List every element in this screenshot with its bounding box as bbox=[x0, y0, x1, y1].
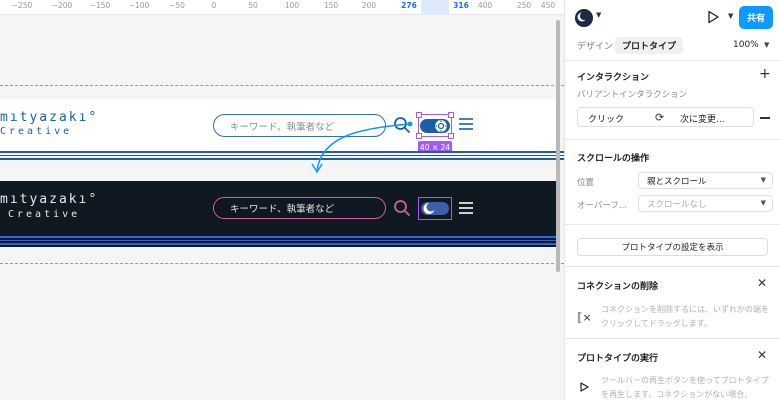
play-icon[interactable] bbox=[706, 10, 720, 24]
divider bbox=[565, 60, 780, 61]
search-field-dark[interactable]: キーワード、執筆者など bbox=[213, 197, 386, 219]
interaction-title: インタラクション bbox=[577, 73, 650, 83]
section-boundary-top bbox=[0, 85, 564, 86]
overflow-select[interactable]: スクロールなし ▼ bbox=[638, 195, 773, 212]
interaction-trigger[interactable]: クリック bbox=[588, 112, 624, 125]
resize-handle[interactable] bbox=[448, 112, 454, 118]
properties-panel: ▼ ▼ 共有 デザイン プロトタイプ 100% ▼ インタラクション + バリア… bbox=[564, 0, 780, 400]
moon-toggle-icon[interactable] bbox=[420, 199, 450, 218]
tab-design[interactable]: デザイン bbox=[570, 37, 620, 54]
header-frame-dark-variant[interactable]: mıtyazakı° Creative キーワード、執筆者など bbox=[0, 181, 556, 235]
interaction-action[interactable]: 次に変更... bbox=[680, 112, 725, 125]
hamburger-menu-icon[interactable] bbox=[459, 201, 473, 215]
run-prototype-help: ツールバーの再生ボタンを使ってプロトタイプを再生します。コネクションがない場合、 bbox=[601, 376, 769, 399]
search-icon[interactable] bbox=[393, 199, 411, 217]
close-icon[interactable]: ✕ bbox=[757, 277, 767, 289]
interaction-row[interactable]: クリック ⟳ 次に変更... bbox=[577, 107, 754, 127]
add-interaction-icon[interactable]: + bbox=[759, 67, 771, 81]
selection-outline bbox=[416, 112, 454, 139]
section-boundary-bottom bbox=[0, 263, 564, 264]
position-select[interactable]: 親とスクロール ▼ bbox=[638, 172, 773, 189]
position-value: 親とスクロール bbox=[647, 176, 707, 187]
ruler-tick: −200 bbox=[51, 1, 73, 10]
ruler-tick: 50 bbox=[248, 1, 258, 10]
ruler-tick: −50 bbox=[169, 1, 185, 10]
ruler-tick: 0 bbox=[211, 1, 217, 10]
run-prototype-title: プロトタイプの実行 bbox=[577, 354, 659, 364]
ruler-tick: 200 bbox=[361, 1, 377, 10]
design-canvas[interactable]: −250 −200 −150 −100 −50 0 50 100 150 200… bbox=[0, 0, 564, 400]
search-placeholder: キーワード、執筆者など bbox=[230, 204, 335, 215]
ruler-tick: −150 bbox=[89, 1, 111, 10]
ruler-tick: 250 bbox=[516, 1, 532, 10]
divider bbox=[565, 139, 780, 140]
canvas-scrollbar[interactable] bbox=[556, 20, 560, 272]
user-avatar[interactable] bbox=[575, 9, 593, 27]
hamburger-menu-icon[interactable] bbox=[459, 117, 473, 131]
variant-interaction-label: バリアントインタラクション bbox=[577, 90, 688, 100]
logo-text-line2: Creative bbox=[0, 126, 73, 137]
ruler-tick: 150 bbox=[323, 1, 339, 10]
share-button[interactable]: 共有 bbox=[739, 6, 773, 29]
tab-prototype[interactable]: プロトタイプ bbox=[615, 37, 684, 54]
zoom-level[interactable]: 100% bbox=[733, 40, 759, 50]
scroll-behavior-title: スクロールの操作 bbox=[577, 154, 650, 164]
header-stripes-default bbox=[0, 151, 564, 162]
ruler-tick: 400 bbox=[477, 1, 493, 10]
ruler-tick-selection-end: 316 bbox=[453, 1, 469, 10]
ruler-tick: 100 bbox=[284, 1, 300, 10]
chevron-down-icon: ▼ bbox=[760, 176, 766, 184]
chevron-down-icon[interactable]: ▼ bbox=[728, 12, 733, 20]
logo-text-line1: mıtyazakı° bbox=[0, 192, 99, 207]
figma-window: −250 −200 −150 −100 −50 0 50 100 150 200… bbox=[0, 0, 780, 400]
refresh-icon: ⟳ bbox=[655, 111, 665, 124]
close-icon[interactable]: ✕ bbox=[757, 349, 767, 361]
prototype-connection-arrow[interactable] bbox=[300, 118, 420, 180]
ruler-tick-selection-start: 276 bbox=[401, 1, 417, 10]
overflow-value: スクロールなし bbox=[647, 199, 707, 210]
overflow-label: オーバーフ... bbox=[577, 201, 628, 211]
logo-text-line2: Creative bbox=[8, 209, 81, 220]
divider bbox=[565, 266, 780, 267]
remove-connection-help: コネクションを削除するには、いずれかの端をクリックしてドラッグします。 bbox=[601, 305, 769, 328]
chevron-down-icon: ▼ bbox=[760, 199, 766, 207]
chevron-down-icon[interactable]: ▼ bbox=[596, 11, 601, 19]
divider bbox=[565, 338, 780, 339]
play-icon bbox=[580, 382, 589, 392]
ruler-tick: −250 bbox=[11, 1, 33, 10]
ruler-tick: −100 bbox=[128, 1, 150, 10]
remove-interaction-icon[interactable] bbox=[760, 117, 770, 119]
prototype-settings-button[interactable]: プロトタイプの設定を表示 bbox=[577, 238, 768, 256]
ruler-selection-highlight bbox=[421, 0, 449, 15]
ruler-tick: 450 bbox=[540, 1, 556, 10]
chevron-down-icon[interactable]: ▼ bbox=[764, 41, 769, 49]
horizontal-ruler: −250 −200 −150 −100 −50 0 50 100 150 200… bbox=[0, 0, 564, 15]
header-frame-default[interactable]: mıtyazakı° Creative キーワード、執筆者など bbox=[0, 99, 556, 151]
position-label: 位置 bbox=[577, 178, 595, 188]
remove-connection-title: コネクションの削除 bbox=[577, 282, 659, 292]
divider bbox=[565, 224, 780, 225]
logo-text-line1: mıtyazakı° bbox=[0, 110, 99, 125]
header-stripes-dark bbox=[0, 235, 556, 247]
disconnect-icon: ⟦× bbox=[577, 311, 592, 324]
resize-handle[interactable] bbox=[448, 133, 454, 139]
